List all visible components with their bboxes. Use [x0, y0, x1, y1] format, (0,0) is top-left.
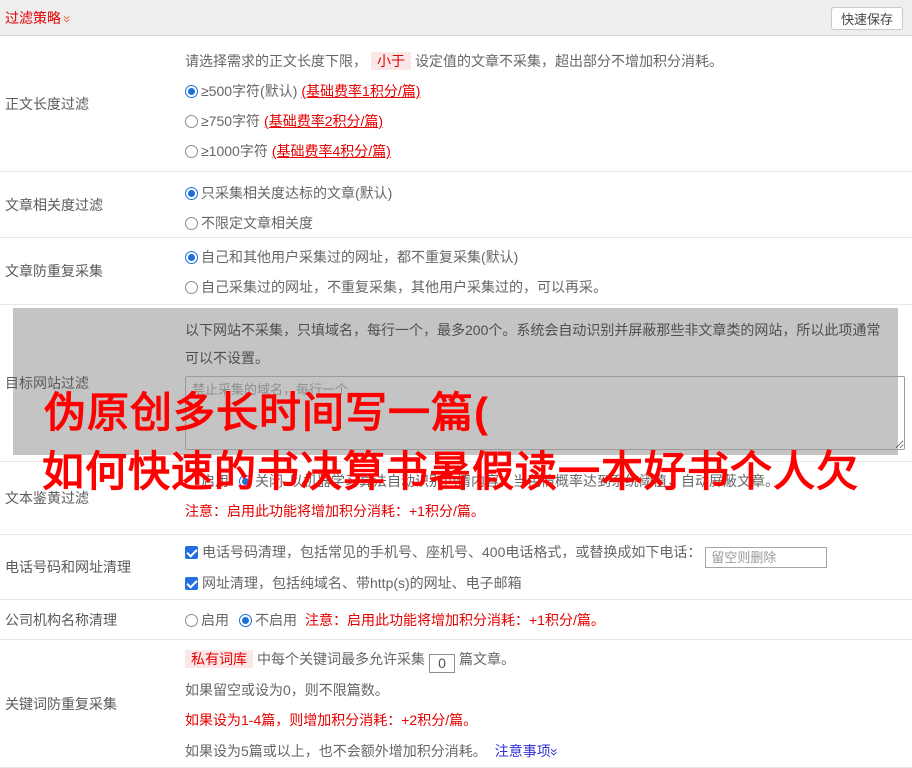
- radio-dedup-self[interactable]: [185, 281, 198, 294]
- keyword-count-input[interactable]: [429, 653, 455, 673]
- radio-length-500[interactable]: [185, 85, 198, 98]
- fee-note: (基础费率2积分/篇): [264, 113, 384, 129]
- watermark-line-2: 如何快速的书决算书暑假读一本好书个人欠: [42, 448, 860, 495]
- radio-length-1000[interactable]: [185, 145, 198, 158]
- replacement-phone-input[interactable]: [705, 547, 828, 568]
- section-company-clean: 公司机构名称清理 启用 不启用 注意：启用此功能将增加积分消耗：+1积分/篇。: [0, 600, 912, 640]
- radio-company-off[interactable]: [239, 613, 252, 627]
- keyword-note-1: 如果留空或设为0，则不限篇数。: [185, 681, 389, 698]
- radio-relevance-any[interactable]: [185, 217, 198, 230]
- option-row: 电话号码清理，包括常见的手机号、座机号、400电话格式，或替换成如下电话：: [185, 537, 912, 568]
- section-dedup: 文章防重复采集 自己和其他用户采集过的网址，都不重复采集(默认) 自己采集过的网…: [0, 238, 912, 305]
- header-bar: 过滤策略 » 快速保存: [0, 0, 912, 36]
- private-lexicon-badge[interactable]: 私有词库: [185, 650, 253, 668]
- content-length-intro: 请选择需求的正文长度下限， 小于 设定值的文章不采集，超出部分不增加积分消耗。: [185, 52, 723, 70]
- checkbox-url-clean[interactable]: [185, 577, 198, 590]
- option-row: 自己采集过的网址，不重复采集，其他用户采集过的，可以再采。: [185, 272, 912, 302]
- notice-link[interactable]: 注意事项»: [495, 743, 563, 759]
- radio-company-on[interactable]: [185, 613, 198, 627]
- section-label: 文章相关度过滤: [5, 196, 103, 213]
- page-title[interactable]: 过滤策略: [5, 8, 61, 28]
- site-filter-desc: 以下网站不采集，只填域名，每行一个，最多200个。系统会自动识别并屏蔽那些非文章…: [185, 322, 881, 366]
- keyword-note-2: 如果设为1-4篇，则增加积分消耗：+2积分/篇。: [185, 712, 478, 728]
- checkbox-phone-clean[interactable]: [185, 546, 198, 559]
- company-clean-note: 注意：启用此功能将增加积分消耗：+1积分/篇。: [305, 611, 605, 628]
- section-keyword-dedup: 关键词防重复采集 私有词库中每个关键词最多允许采集篇文章。 如果留空或设为0，则…: [0, 640, 912, 768]
- keyword-note-3: 如果设为5篇或以上，也不会额外增加积分消耗。 注意事项»: [185, 742, 563, 759]
- option-row: 自己和其他用户采集过的网址，都不重复采集(默认): [185, 242, 912, 272]
- section-label: 正文长度过滤: [5, 95, 89, 112]
- radio-length-750[interactable]: [185, 115, 198, 128]
- radio-dedup-global[interactable]: [185, 251, 198, 264]
- section-label: 关键词防重复采集: [5, 695, 117, 712]
- fee-note: (基础费率1积分/篇): [301, 83, 421, 99]
- option-row: 只采集相关度达标的文章(默认): [185, 178, 912, 208]
- option-row: 网址清理，包括纯域名、带http(s)的网址、电子邮箱: [185, 568, 912, 599]
- option-row: ≥750字符 (基础费率2积分/篇): [185, 106, 912, 136]
- section-phone-url-clean: 电话号码和网址清理 电话号码清理，包括常见的手机号、座机号、400电话格式，或替…: [0, 535, 912, 600]
- option-row: ≥1000字符 (基础费率4积分/篇): [185, 136, 912, 166]
- intro-highlight: 小于: [371, 52, 411, 70]
- section-label: 文章防重复采集: [5, 263, 103, 279]
- section-site-filter: 目标网站过滤 以下网站不采集，只填域名，每行一个，最多200个。系统会自动识别并…: [0, 305, 912, 462]
- filter-strategy-page: 过滤策略 » 快速保存 正文长度过滤 请选择需求的正文长度下限， 小于 设定值的文章…: [0, 0, 912, 768]
- section-label: 电话号码和网址清理: [5, 559, 131, 575]
- keyword-limit-row: 私有词库中每个关键词最多允许采集篇文章。: [185, 644, 912, 675]
- section-label: 公司机构名称清理: [5, 611, 117, 628]
- section-label: 目标网站过滤: [5, 375, 89, 391]
- chevron-double-down-icon: »: [59, 14, 76, 23]
- fee-note: (基础费率4积分/篇): [271, 143, 391, 159]
- option-row: 启用 不启用 注意：启用此功能将增加积分消耗：+1积分/篇。: [185, 605, 605, 635]
- option-row: ≥500字符(默认) (基础费率1积分/篇): [185, 76, 912, 106]
- section-content-length: 正文长度过滤 请选择需求的正文长度下限， 小于 设定值的文章不采集，超出部分不增加积…: [0, 36, 912, 172]
- watermark-line-1: 伪原创多长时间写一篇(: [44, 389, 489, 436]
- radio-relevance-strict[interactable]: [185, 187, 198, 200]
- option-row: 不限定文章相关度: [185, 208, 912, 238]
- quick-save-button[interactable]: 快速保存: [830, 7, 903, 30]
- section-relevance: 文章相关度过滤 只采集相关度达标的文章(默认) 不限定文章相关度: [0, 172, 912, 238]
- porn-filter-note: 注意：启用此功能将增加积分消耗：+1积分/篇。: [185, 503, 485, 519]
- chevron-double-down-icon: »: [546, 747, 563, 756]
